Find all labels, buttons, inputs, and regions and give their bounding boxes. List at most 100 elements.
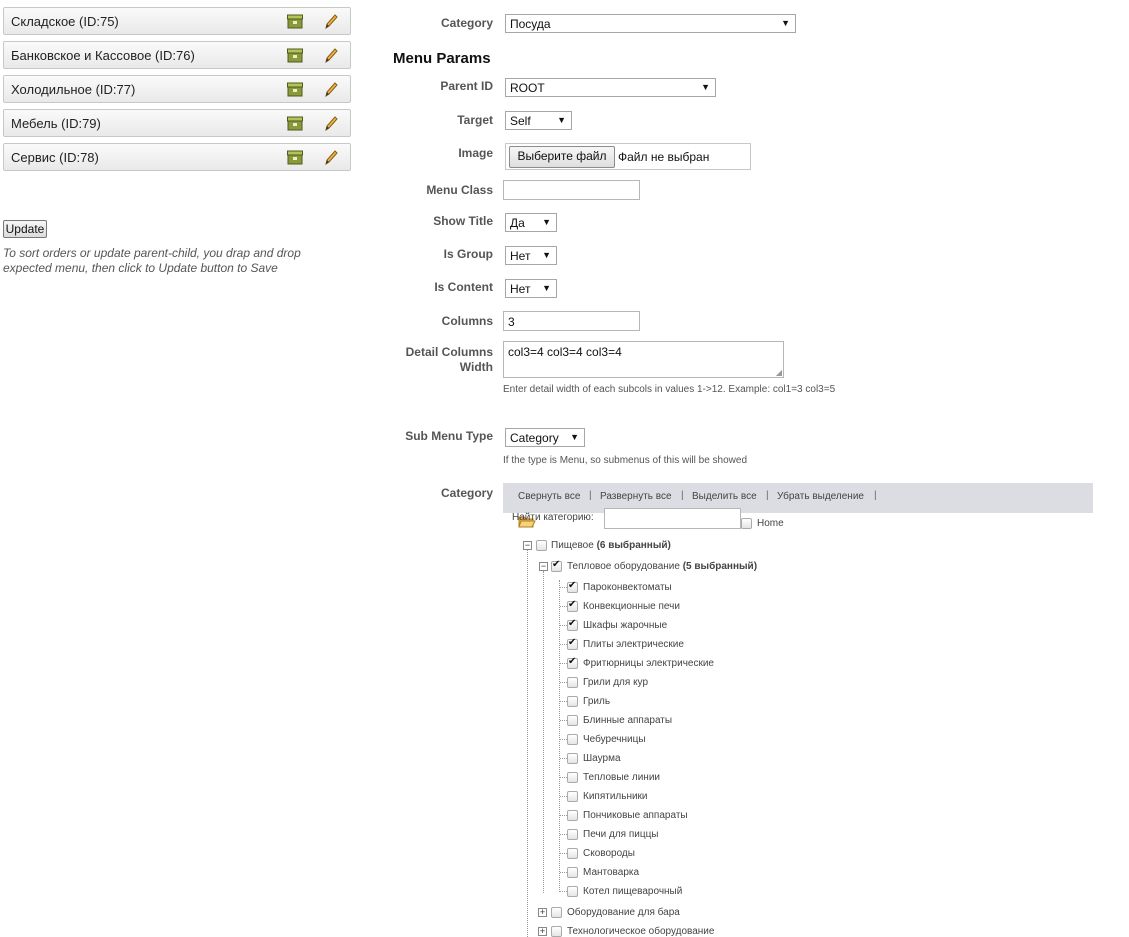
dropdown-arrow-icon: ▼ <box>557 115 566 125</box>
detail-columns-label-line1: Detail Columns <box>405 345 493 359</box>
tree-toolbar: Свернуть все | Развернуть все | Выделить… <box>503 483 1093 513</box>
tree-node-child[interactable]: Сковороды <box>583 848 635 859</box>
menu-item-label: Холодильное (ID:77) <box>11 82 136 97</box>
tree-node-sibling[interactable]: Оборудование для бара <box>567 907 680 918</box>
tree-checkbox[interactable] <box>567 599 578 612</box>
image-file-input[interactable]: Выберите файл Файл не выбран <box>505 143 751 170</box>
deselect-all-link[interactable]: Убрать выделение <box>777 491 864 502</box>
category-select[interactable]: Посуда ▼ <box>505 14 796 33</box>
tree-node-count: (6 выбранный) <box>596 540 671 551</box>
home-label: Home <box>757 518 784 529</box>
box-icon[interactable] <box>287 48 303 63</box>
menu-item[interactable]: Мебель (ID:79) <box>3 109 351 137</box>
tree-checkbox[interactable] <box>567 791 578 802</box>
resize-grip-icon[interactable]: ◢ <box>776 368 782 377</box>
update-button[interactable]: Update <box>3 220 47 238</box>
expand-all-link[interactable]: Развернуть все <box>600 491 672 502</box>
menu-item[interactable]: Складское (ID:75) <box>3 7 351 35</box>
tree-node-child[interactable]: Конвекционные печи <box>583 601 680 612</box>
tree-checkbox[interactable] <box>567 734 578 745</box>
search-category-input[interactable] <box>604 508 741 529</box>
tree-node-child[interactable]: Печи для пиццы <box>583 829 659 840</box>
tree-node-child[interactable]: Тепловые линии <box>583 772 660 783</box>
box-icon[interactable] <box>287 116 303 131</box>
tree-checkbox[interactable] <box>567 696 578 707</box>
box-icon[interactable] <box>287 150 303 165</box>
dropdown-arrow-icon: ▼ <box>542 250 551 260</box>
select-all-link[interactable]: Выделить все <box>692 491 757 502</box>
detail-columns-textarea[interactable]: col3=4 col3=4 col3=4 ◢ <box>503 341 784 378</box>
columns-input[interactable]: 3 <box>503 311 640 331</box>
expand-toggle-icon[interactable]: + <box>538 927 547 936</box>
tree-node-child[interactable]: Плиты электрические <box>583 639 684 650</box>
tree-guide-line <box>560 777 567 778</box>
menu-item[interactable]: Холодильное (ID:77) <box>3 75 351 103</box>
tree-node-child[interactable]: Шкафы жарочные <box>583 620 667 631</box>
tree-checkbox[interactable] <box>567 867 578 878</box>
tree-checkbox[interactable] <box>567 637 578 650</box>
target-select[interactable]: Self ▼ <box>505 111 572 130</box>
dropdown-arrow-icon: ▼ <box>781 18 790 28</box>
tree-checkbox[interactable] <box>567 886 578 897</box>
tree-checkbox[interactable] <box>567 829 578 840</box>
tree-category-label: Category <box>440 486 493 500</box>
tree-node-child[interactable]: Котел пищеварочный <box>583 886 682 897</box>
tree-node-child[interactable]: Мантоварка <box>583 867 639 878</box>
dropdown-arrow-icon: ▼ <box>570 432 579 442</box>
tree-checkbox[interactable] <box>567 772 578 783</box>
tree-node-sibling[interactable]: Технологическое оборудование <box>567 926 714 937</box>
edit-pencil-icon[interactable] <box>323 13 339 30</box>
tree-node-label: Пищевое <box>551 540 594 551</box>
submenu-type-select[interactable]: Category ▼ <box>505 428 585 447</box>
tree-node-child[interactable]: Кипятильники <box>583 791 648 802</box>
is-content-select[interactable]: Нет ▼ <box>505 279 557 298</box>
parent-id-select[interactable]: ROOT ▼ <box>505 78 716 97</box>
edit-pencil-icon[interactable] <box>323 81 339 98</box>
home-checkbox[interactable] <box>741 518 752 529</box>
tree-node-child[interactable]: Чебуречницы <box>583 734 646 745</box>
edit-pencil-icon[interactable] <box>323 149 339 166</box>
tree-checkbox[interactable] <box>567 677 578 688</box>
tree-guide-line <box>560 682 567 683</box>
tree-node-root[interactable]: Пищевое (6 выбранный) <box>551 540 671 551</box>
tree-checkbox[interactable] <box>551 926 562 937</box>
file-status: Файл не выбран <box>618 150 710 164</box>
tree-checkbox[interactable] <box>567 848 578 859</box>
tree-node-child[interactable]: Блинные аппараты <box>583 715 672 726</box>
collapse-toggle-icon[interactable]: − <box>539 562 548 571</box>
tree-checkbox[interactable] <box>567 810 578 821</box>
tree-node-child[interactable]: Шаурма <box>583 753 621 764</box>
tree-checkbox[interactable] <box>567 580 578 593</box>
menu-item[interactable]: Банковское и Кассовое (ID:76) <box>3 41 351 69</box>
show-title-select[interactable]: Да ▼ <box>505 213 557 232</box>
edit-pencil-icon[interactable] <box>323 115 339 132</box>
tree-checkbox[interactable] <box>567 715 578 726</box>
target-label: Target <box>457 113 493 127</box>
box-icon[interactable] <box>287 14 303 29</box>
menu-class-input[interactable] <box>503 180 640 200</box>
toolbar-separator: | <box>681 490 684 501</box>
tree-checkbox[interactable] <box>567 656 578 669</box>
edit-pencil-icon[interactable] <box>323 47 339 64</box>
choose-file-button[interactable]: Выберите файл <box>509 146 615 168</box>
tree-node-child[interactable]: Фритюрницы электрические <box>583 658 714 669</box>
tree-checkbox[interactable] <box>551 559 562 572</box>
tree-node-child[interactable]: Пароконвектоматы <box>583 582 672 593</box>
tree-checkbox[interactable] <box>567 753 578 764</box>
collapse-all-link[interactable]: Свернуть все <box>518 491 580 502</box>
is-group-select[interactable]: Нет ▼ <box>505 246 557 265</box>
is-content-label: Is Content <box>434 280 493 294</box>
tree-checkbox[interactable] <box>536 540 547 551</box>
tree-guide-line <box>560 891 567 892</box>
tree-node-child[interactable]: Грили для кур <box>583 677 648 688</box>
tree-checkbox[interactable] <box>567 618 578 631</box>
box-icon[interactable] <box>287 82 303 97</box>
menu-item[interactable]: Сервис (ID:78) <box>3 143 351 171</box>
tree-checkbox[interactable] <box>551 907 562 918</box>
menu-item-label: Мебель (ID:79) <box>11 116 101 131</box>
expand-toggle-icon[interactable]: + <box>538 908 547 917</box>
collapse-toggle-icon[interactable]: − <box>523 541 532 550</box>
tree-node-child[interactable]: Пончиковые аппараты <box>583 810 688 821</box>
tree-node-child[interactable]: Гриль <box>583 696 610 707</box>
tree-node-group[interactable]: Тепловое оборудование (5 выбранный) <box>567 561 757 572</box>
